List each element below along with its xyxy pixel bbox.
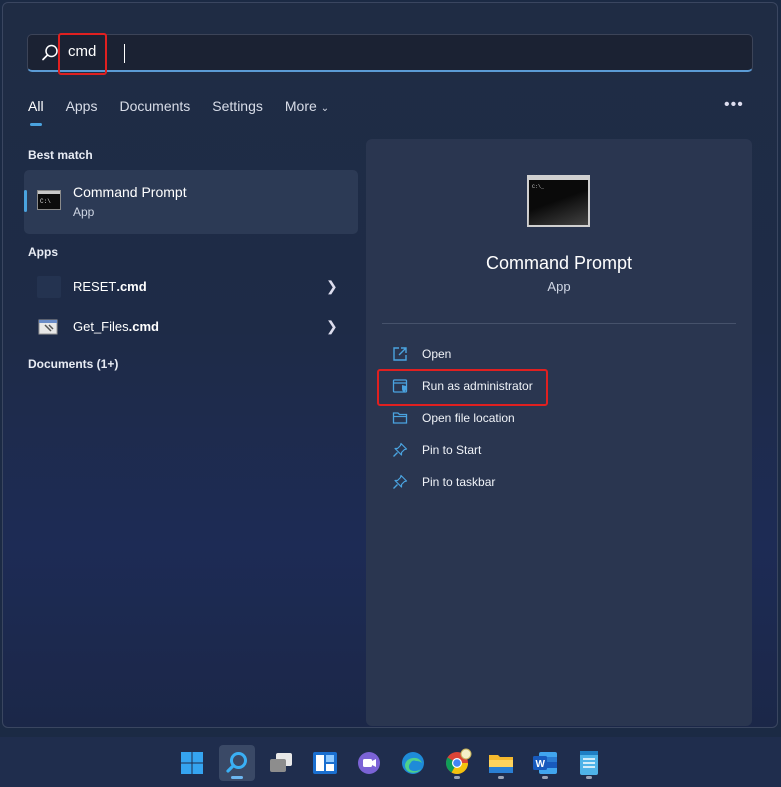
edge-icon[interactable] — [395, 745, 431, 781]
widgets-icon[interactable] — [307, 745, 343, 781]
tab-all[interactable]: All — [28, 98, 44, 114]
taskbar: W — [0, 737, 781, 787]
best-match-subtitle: App — [73, 205, 95, 219]
search-icon — [42, 44, 58, 61]
more-options-icon[interactable]: ••• — [724, 96, 744, 114]
detail-panel: C:\_ Command Prompt App Open Run as admi… — [366, 139, 752, 726]
filter-tabs: All Apps Documents Settings More ⌄ — [28, 98, 351, 114]
chevron-right-icon[interactable]: ❯ — [326, 318, 338, 335]
running-indicator — [498, 776, 504, 779]
chat-icon[interactable] — [351, 745, 387, 781]
action-label: Pin to taskbar — [422, 475, 496, 489]
action-label: Pin to Start — [422, 443, 482, 457]
search-input[interactable]: cmd — [68, 43, 468, 60]
running-indicator — [586, 776, 592, 779]
notepad-icon[interactable] — [571, 745, 607, 781]
search-highlight-box — [58, 33, 107, 75]
svg-text:W: W — [536, 759, 546, 770]
tab-more-label: More — [284, 98, 317, 114]
running-indicator — [542, 776, 548, 779]
detail-subtitle: App — [547, 279, 571, 294]
task-view-icon[interactable] — [263, 745, 299, 781]
apps-section-label: Apps — [28, 245, 58, 259]
chrome-icon[interactable] — [439, 745, 475, 781]
divider — [382, 323, 736, 324]
windows-start-icon[interactable] — [174, 745, 210, 781]
search-icon[interactable] — [219, 745, 255, 781]
app-item-reset[interactable]: RESET.cmd ❯ — [24, 270, 358, 306]
folder-icon — [392, 412, 408, 424]
best-match-item[interactable]: C:\ Command Prompt App — [24, 170, 358, 234]
tab-apps[interactable]: Apps — [66, 98, 98, 114]
best-match-label: Best match — [28, 148, 93, 162]
documents-section-label[interactable]: Documents (1+) — [28, 357, 118, 371]
action-pin-to-start[interactable]: Pin to Start — [392, 439, 481, 461]
tab-settings[interactable]: Settings — [212, 98, 263, 114]
active-tab-indicator — [30, 123, 42, 126]
svg-text:C:\_: C:\_ — [532, 184, 545, 190]
action-open-file-location[interactable]: Open file location — [392, 407, 515, 429]
cmd-file-icon — [37, 276, 61, 298]
action-label: Open — [422, 347, 452, 361]
command-prompt-icon: C:\ — [37, 190, 61, 210]
action-open[interactable]: Open — [392, 343, 451, 365]
chevron-down-icon: ⌄ — [320, 103, 330, 114]
app-item-label: RESET.cmd — [73, 279, 147, 294]
active-indicator — [231, 776, 243, 779]
chevron-right-icon[interactable]: ❯ — [326, 278, 338, 295]
selection-accent — [24, 190, 27, 212]
app-item-get-files[interactable]: Get_Files.cmd ❯ — [24, 310, 358, 346]
open-icon — [393, 347, 407, 361]
action-label: Open file location — [422, 411, 515, 425]
text-caret — [124, 44, 125, 63]
pin-icon — [393, 442, 408, 457]
cmd-script-icon — [37, 316, 61, 338]
action-pin-to-taskbar[interactable]: Pin to taskbar — [392, 471, 495, 493]
command-prompt-large-icon: C:\_ — [527, 175, 590, 227]
pin-icon — [393, 474, 408, 489]
search-box[interactable]: cmd — [27, 34, 753, 72]
run-as-admin-highlight-box — [377, 369, 548, 406]
app-item-label: Get_Files.cmd — [73, 319, 159, 334]
svg-text:C:\: C:\ — [40, 198, 51, 205]
tab-more[interactable]: More ⌄ — [285, 98, 329, 114]
file-explorer-icon[interactable] — [483, 745, 519, 781]
detail-title: Command Prompt — [485, 253, 633, 273]
tab-documents[interactable]: Documents — [119, 98, 190, 114]
best-match-title: Command Prompt — [73, 184, 187, 200]
word-icon[interactable]: W — [527, 745, 563, 781]
running-indicator — [454, 776, 460, 779]
